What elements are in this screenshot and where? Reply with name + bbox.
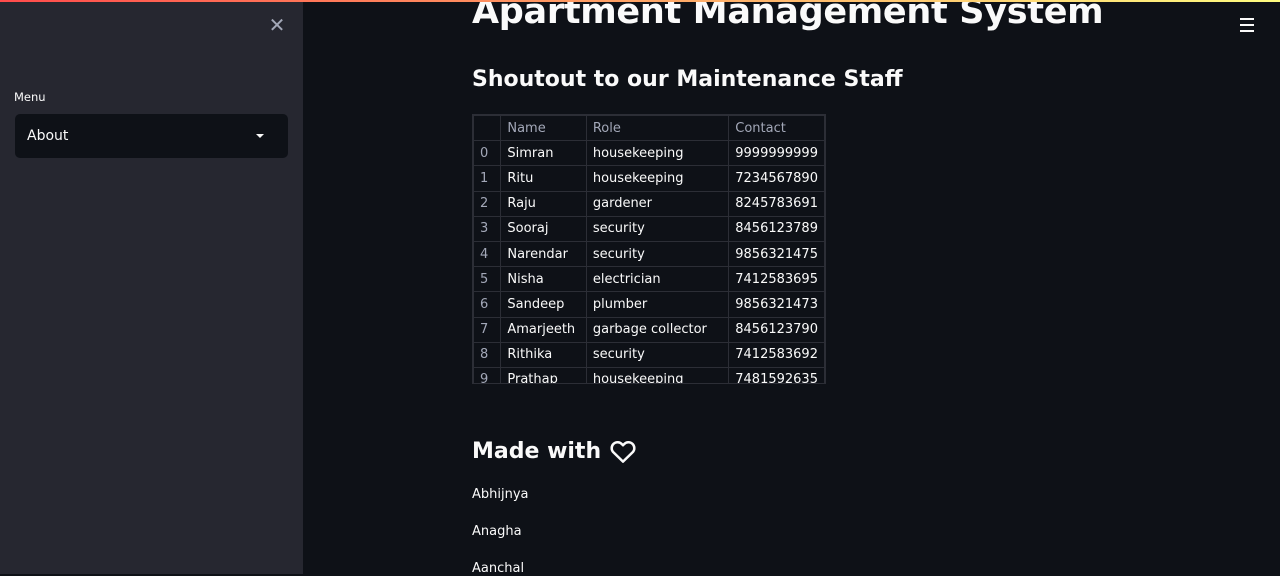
row-index: 4 xyxy=(473,240,502,268)
table-header-row: Name Role Contact xyxy=(473,115,825,142)
column-header-name[interactable]: Name xyxy=(500,115,587,142)
cell-contact[interactable]: 7412583695 xyxy=(728,266,825,293)
row-index: 9 xyxy=(473,366,502,383)
table-row: 3 Sooraj security 8456123789 xyxy=(473,215,825,242)
cell-role[interactable]: housekeeping xyxy=(585,366,730,383)
caret-down-icon xyxy=(256,134,264,138)
close-sidebar-button[interactable]: ✕ xyxy=(266,14,288,36)
column-header-role[interactable]: Role xyxy=(585,115,730,142)
table-row: 7 Amarjeeth garbage collector 8456123790 xyxy=(473,316,825,343)
author-name: Abhijnya xyxy=(472,487,529,502)
cell-name[interactable]: Rithika xyxy=(500,341,587,368)
cell-role[interactable]: security xyxy=(585,215,730,242)
hamburger-icon xyxy=(1240,18,1254,20)
cell-contact[interactable]: 7481592635 xyxy=(728,366,825,383)
sidebar: ✕ Menu About xyxy=(0,0,303,574)
cell-name[interactable]: Sooraj xyxy=(500,215,587,242)
cell-name[interactable]: Ritu xyxy=(500,165,587,192)
table-row: 2 Raju gardener 8245783691 xyxy=(473,190,825,217)
main-content: Apartment Management System Shoutout to … xyxy=(303,0,1280,576)
page-title: Apartment Management System xyxy=(472,0,1104,32)
hamburger-menu-button[interactable] xyxy=(1240,18,1254,32)
cell-contact[interactable]: 7412583692 xyxy=(728,341,825,368)
table-row: 9 Prathap housekeeping 7481592635 xyxy=(473,366,825,383)
cell-contact[interactable]: 8456123789 xyxy=(728,215,825,242)
cell-role[interactable]: electrician xyxy=(585,266,730,293)
close-icon: ✕ xyxy=(268,13,286,37)
cell-name[interactable]: Sandeep xyxy=(500,291,587,318)
heart-icon xyxy=(610,441,636,463)
table-row: 0 Simran housekeeping 9999999999 xyxy=(473,140,825,167)
cell-role[interactable]: plumber xyxy=(585,291,730,318)
table-row: 6 Sandeep plumber 9856321473 xyxy=(473,291,825,318)
staff-table[interactable]: Name Role Contact 0 Simran housekeeping … xyxy=(472,114,826,384)
cell-role[interactable]: gardener xyxy=(585,190,730,217)
cell-contact[interactable]: 9856321475 xyxy=(728,240,825,268)
cell-name[interactable]: Prathap xyxy=(500,366,587,383)
row-index: 0 xyxy=(473,140,502,167)
top-decoration-bar xyxy=(0,0,1280,2)
table-row: 1 Ritu housekeeping 7234567890 xyxy=(473,165,825,192)
cell-role[interactable]: housekeeping xyxy=(585,140,730,167)
cell-name[interactable]: Amarjeeth xyxy=(500,316,587,343)
menu-label: Menu xyxy=(14,90,46,104)
column-header-contact[interactable]: Contact xyxy=(728,115,825,142)
row-index: 8 xyxy=(473,341,502,368)
cell-name[interactable]: Nisha xyxy=(500,266,587,293)
menu-select[interactable]: About xyxy=(15,114,288,158)
cell-role[interactable]: garbage collector xyxy=(585,316,730,343)
table-row: 8 Rithika security 7412583692 xyxy=(473,341,825,368)
table-row: 5 Nisha electrician 7412583695 xyxy=(473,266,825,293)
made-with-text: Made with xyxy=(472,438,602,464)
row-index: 3 xyxy=(473,215,502,242)
row-index: 7 xyxy=(473,316,502,343)
row-index: 6 xyxy=(473,291,502,318)
cell-name[interactable]: Simran xyxy=(500,140,587,167)
cell-contact[interactable]: 9999999999 xyxy=(728,140,825,167)
cell-role[interactable]: security xyxy=(585,240,730,268)
section-heading-staff: Shoutout to our Maintenance Staff xyxy=(472,67,903,92)
cell-contact[interactable]: 8456123790 xyxy=(728,316,825,343)
row-index: 1 xyxy=(473,165,502,192)
cell-name[interactable]: Raju xyxy=(500,190,587,217)
column-header-index xyxy=(473,115,502,142)
cell-contact[interactable]: 7234567890 xyxy=(728,165,825,192)
table-row: 4 Narendar security 9856321475 xyxy=(473,240,825,268)
cell-contact[interactable]: 9856321473 xyxy=(728,291,825,318)
cell-role[interactable]: housekeeping xyxy=(585,165,730,192)
row-index: 5 xyxy=(473,266,502,293)
cell-name[interactable]: Narendar xyxy=(500,240,587,268)
cell-role[interactable]: security xyxy=(585,341,730,368)
row-index: 2 xyxy=(473,190,502,217)
cell-contact[interactable]: 8245783691 xyxy=(728,190,825,217)
author-name: Anagha xyxy=(472,524,522,539)
menu-select-value: About xyxy=(27,128,69,144)
made-with-heading: Made with xyxy=(472,436,639,466)
